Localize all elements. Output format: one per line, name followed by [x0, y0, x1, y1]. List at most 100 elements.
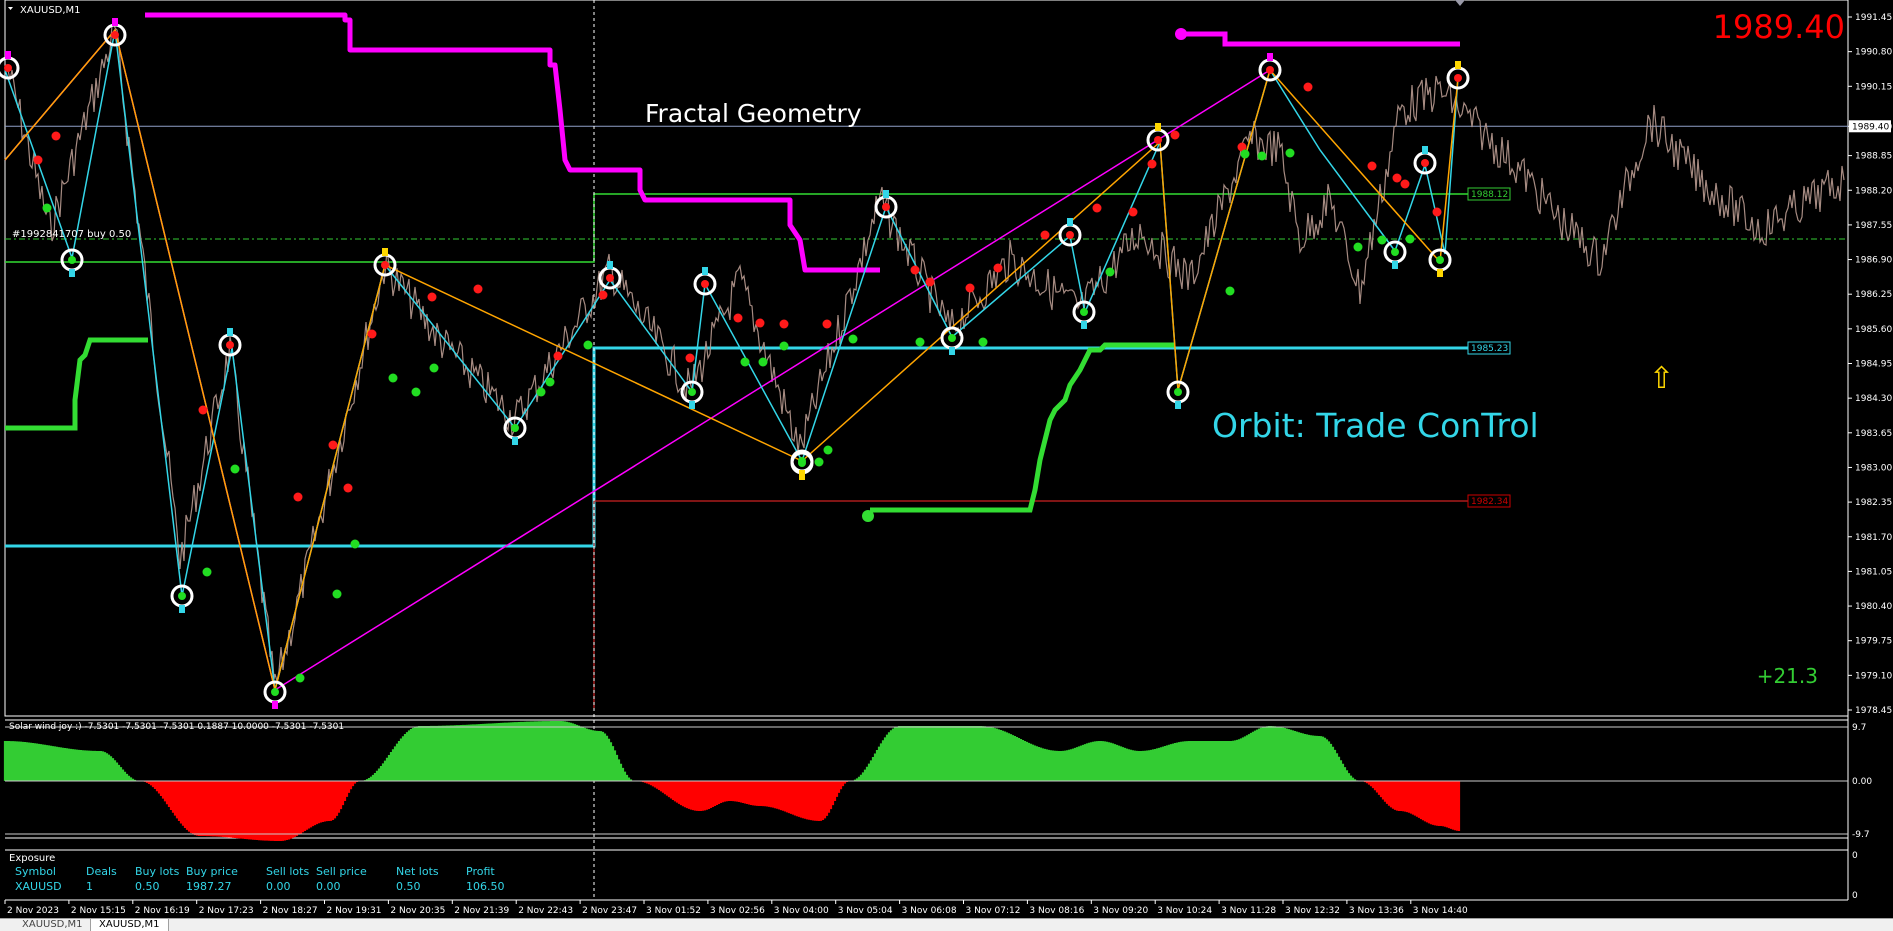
chart-frame — [4, 0, 1849, 717]
time-tick-label: 2 Nov 19:31 — [327, 906, 382, 916]
exposure-header: Deals — [86, 865, 117, 878]
time-tick-label: 2 Nov 2023 — [7, 906, 59, 916]
marker-core — [1436, 256, 1444, 264]
marker-core — [1080, 308, 1088, 316]
shift-marker-icon[interactable] — [1455, 0, 1465, 6]
marker-stem — [1267, 53, 1273, 61]
red-fractal-dot — [553, 351, 563, 361]
magenta-start-dot — [1175, 28, 1187, 40]
exposure-header: Profit — [466, 865, 495, 878]
marker-core — [1266, 66, 1274, 74]
marker-core — [606, 274, 614, 282]
red-fractal-dot — [733, 313, 743, 323]
swing-low-marker — [1383, 240, 1407, 269]
green-fractal-dot — [332, 589, 342, 599]
marker-stem — [1175, 401, 1181, 409]
red-fractal-dot — [473, 284, 483, 294]
marker-core — [511, 424, 519, 432]
marker-stem — [949, 347, 955, 355]
price-tick-label: 1984.30 — [1855, 394, 1892, 404]
red-fractal-dot — [1040, 230, 1050, 240]
swing-low-marker — [940, 326, 964, 355]
time-tick-label: 3 Nov 08:16 — [1029, 906, 1084, 916]
marker-stem — [227, 328, 233, 336]
red-fractal-dot — [925, 277, 935, 287]
time-tick-label: 3 Nov 07:12 — [966, 906, 1021, 916]
tab-chart-1[interactable]: XAUUSD,M1 — [14, 919, 92, 931]
chart-canvas[interactable]: 1988.12 1985.23 1982.34 9.7 0.00 -9.7 1991.4… — [0, 0, 1893, 931]
time-tick-label: 2 Nov 17:23 — [199, 906, 254, 916]
red-fractal-dot — [965, 283, 975, 293]
red-fractal-dot — [993, 263, 1003, 273]
time-tick-label: 3 Nov 10:24 — [1157, 906, 1212, 916]
time-tick-label: 2 Nov 20:35 — [390, 906, 445, 916]
green-fractal-dot — [1285, 148, 1295, 158]
marker-core — [688, 388, 696, 396]
marker-stem — [1081, 321, 1087, 329]
red-fractal-dot — [598, 290, 608, 300]
marker-stem — [1392, 261, 1398, 269]
price-tick-label: 1979.10 — [1855, 671, 1892, 681]
exposure-cell: 0.50 — [135, 880, 160, 893]
tab-chart-2[interactable]: XAUUSD,M1 — [90, 919, 169, 931]
time-tick-label: 3 Nov 01:52 — [646, 906, 701, 916]
red-fractal-dot — [427, 292, 437, 302]
price-tick-label: 1980.40 — [1855, 602, 1892, 612]
time-tick-label: 3 Nov 14:40 — [1413, 906, 1468, 916]
marker-core — [798, 457, 806, 465]
time-tick-label: 2 Nov 21:39 — [454, 906, 509, 916]
green-fractal-dot — [1257, 151, 1267, 161]
exposure-header: Sell lots — [266, 865, 309, 878]
swing-high-marker — [103, 18, 127, 47]
up-arrow-icon[interactable]: ⇧ — [1649, 361, 1674, 396]
red-fractal-dot — [1092, 203, 1102, 213]
red-level-line — [593, 500, 1500, 708]
swing-low-marker — [1428, 248, 1452, 277]
chart-symbol-title: XAUUSD,M1 — [20, 5, 81, 16]
marker-stem — [382, 248, 388, 256]
exposure-cell: 0.50 — [396, 880, 421, 893]
chart-menu-triangle-icon[interactable] — [8, 7, 13, 10]
exposure-cell: 0.00 — [266, 880, 291, 893]
fractal-dots — [33, 82, 1442, 683]
solar-wind-indicator: 9.7 0.00 -9.7 — [3, 721, 1872, 841]
exposure-cell: XAUUSD — [15, 880, 62, 893]
pips-profit-display: +21.3 — [1757, 664, 1818, 688]
green-fractal-dot — [1353, 242, 1363, 252]
price-tick-label: 1988.20 — [1855, 186, 1892, 196]
zigzag-lines — [4, 28, 1459, 692]
price-tick-label: 1986.25 — [1855, 290, 1892, 300]
green-fractal-dot — [823, 445, 833, 455]
marker-stem — [512, 437, 518, 445]
magenta-stop-line-2 — [1180, 31, 1460, 47]
indicator-axis-label: -9.7 — [1852, 830, 1870, 840]
time-tick-label: 3 Nov 04:00 — [774, 906, 829, 916]
price-tick-label: 1978.45 — [1855, 706, 1892, 716]
green-fractal-dot — [779, 341, 789, 351]
exposure-header: Buy price — [186, 865, 238, 878]
green-fractal-dot — [814, 457, 824, 467]
green-fractal-dot — [848, 334, 858, 344]
green-fractal-dot — [42, 203, 52, 213]
exposure-cell: 1 — [86, 880, 93, 893]
price-axis-labels: 1991.45 1990.80 1990.15 1989.40 1988.85 1988.… — [1848, 13, 1892, 716]
orbit-brand-label: Orbit: Trade ConTrol — [1212, 406, 1539, 445]
red-fractal-dot — [1432, 207, 1442, 217]
green-start-dot — [862, 510, 874, 522]
green-fractal-dot — [1405, 234, 1415, 244]
green-fractal-dot — [1225, 286, 1235, 296]
marker-stem — [607, 261, 613, 269]
marker-core — [701, 280, 709, 288]
green-level-line — [5, 193, 1500, 263]
time-tick-label: 3 Nov 09:20 — [1093, 906, 1148, 916]
price-tick-label: 1985.60 — [1855, 325, 1892, 335]
marker-stem — [883, 190, 889, 198]
marker-stem — [179, 605, 185, 613]
red-fractal-dot — [1170, 130, 1180, 140]
red-fractal-dot — [1392, 173, 1402, 183]
level-tag-label: 1985.23 — [1471, 344, 1508, 354]
exposure-header: Sell price — [316, 865, 367, 878]
red-fractal-dot — [779, 319, 789, 329]
exposure-header: Buy lots — [135, 865, 180, 878]
green-fractal-dot — [1105, 267, 1115, 277]
